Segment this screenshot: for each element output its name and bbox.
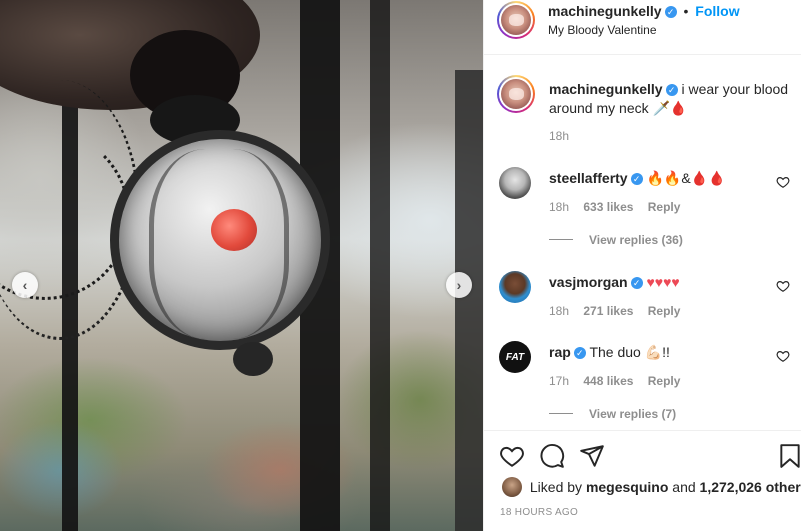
post-side-panel: machinegunkelly ✓ • Follow My Bloody Vale… <box>483 0 801 531</box>
chevron-left-icon: ‹ <box>22 277 28 293</box>
view-replies-button[interactable]: View replies (36) <box>549 233 683 247</box>
comment-body: The duo 💪🏻!! <box>589 344 670 360</box>
comment-likes[interactable]: 271 likes <box>583 304 633 318</box>
window-frame <box>455 70 483 531</box>
comment-text: steellafferty ✓ 🔥🔥&🩸🩸 <box>549 170 726 187</box>
divider-line <box>549 239 573 240</box>
avatar[interactable] <box>501 5 531 35</box>
comment-meta: 17h 448 likes Reply <box>549 374 691 388</box>
pendant-orb <box>110 130 330 350</box>
follow-button[interactable]: Follow <box>695 3 739 19</box>
view-replies-button[interactable]: View replies (7) <box>549 407 676 421</box>
comment-likes[interactable]: 448 likes <box>583 374 633 388</box>
avatar[interactable] <box>501 79 531 109</box>
bookmark-icon[interactable] <box>779 443 801 469</box>
post-timestamp[interactable]: 18 HOURS AGO <box>500 507 578 518</box>
next-photo-button[interactable]: › <box>446 272 472 298</box>
avatar[interactable] <box>499 271 531 303</box>
comment-time[interactable]: 18h <box>549 200 569 214</box>
comment-username[interactable]: rap <box>549 344 571 360</box>
location-link[interactable]: My Bloody Valentine <box>548 23 657 37</box>
likes-and: and <box>672 479 696 495</box>
view-replies-label: View replies (36) <box>589 233 683 247</box>
verified-badge-icon: ✓ <box>630 173 643 185</box>
avatar[interactable] <box>499 167 531 199</box>
comment-body: ♥♥♥♥ <box>646 274 680 290</box>
caption-username[interactable]: machinegunkelly <box>549 81 663 97</box>
previous-photo-button[interactable]: ‹ <box>12 272 38 298</box>
share-send-icon[interactable] <box>579 443 605 469</box>
comment-meta: 18h 271 likes Reply <box>549 304 691 318</box>
blood-drop <box>211 209 257 251</box>
pendant-bail <box>233 342 273 376</box>
comment-time[interactable]: 17h <box>549 374 569 388</box>
likes-summary: Liked by megesquino and 1,272,026 others <box>502 477 801 497</box>
caption-time[interactable]: 18h <box>549 129 569 143</box>
comment-time[interactable]: 18h <box>549 304 569 318</box>
separator-dot: • <box>683 3 689 19</box>
like-comment-heart-icon[interactable] <box>776 349 790 363</box>
post-header: machinegunkelly ✓ • Follow My Bloody Vale… <box>484 0 801 55</box>
reply-button[interactable]: Reply <box>648 200 681 214</box>
comment-body: 🔥🔥&🩸🩸 <box>646 170 726 186</box>
verified-badge-icon: ✓ <box>664 6 677 18</box>
comment-username[interactable]: vasjmorgan <box>549 274 628 290</box>
comment-bubble-icon[interactable] <box>539 443 565 469</box>
header-username[interactable]: machinegunkelly <box>548 3 662 19</box>
comment-meta: 18h 633 likes Reply <box>549 200 691 214</box>
avatar[interactable]: FAT <box>499 341 531 373</box>
comment-username[interactable]: steellafferty <box>549 170 628 186</box>
reply-button[interactable]: Reply <box>648 374 681 388</box>
likes-prefix: Liked by <box>529 479 583 495</box>
action-bar <box>484 430 801 480</box>
reply-button[interactable]: Reply <box>648 304 681 318</box>
post-photo[interactable]: ‹ › <box>0 0 483 531</box>
comment-text: vasjmorgan ✓ ♥♥♥♥ <box>549 274 680 290</box>
chevron-right-icon: › <box>456 277 462 293</box>
divider-line <box>549 413 573 414</box>
view-replies-label: View replies (7) <box>589 407 677 421</box>
like-heart-icon[interactable] <box>499 443 525 469</box>
likes-count[interactable]: 1,272,026 others <box>700 479 801 495</box>
like-comment-heart-icon[interactable] <box>776 175 790 189</box>
verified-badge-icon: ✓ <box>630 277 643 289</box>
avatar[interactable] <box>502 477 522 497</box>
comment-text: rap ✓ The duo 💪🏻!! <box>549 344 670 361</box>
verified-badge-icon: ✓ <box>573 347 586 359</box>
caption-text: machinegunkelly ✓ i wear your blood aroun… <box>549 80 794 118</box>
verified-badge-icon: ✓ <box>665 84 678 96</box>
window-frame <box>370 0 390 531</box>
liked-by-user[interactable]: megesquino <box>586 479 668 495</box>
comment-likes[interactable]: 633 likes <box>583 200 633 214</box>
header-user-line: machinegunkelly ✓ • Follow <box>548 3 740 19</box>
like-comment-heart-icon[interactable] <box>776 279 790 293</box>
